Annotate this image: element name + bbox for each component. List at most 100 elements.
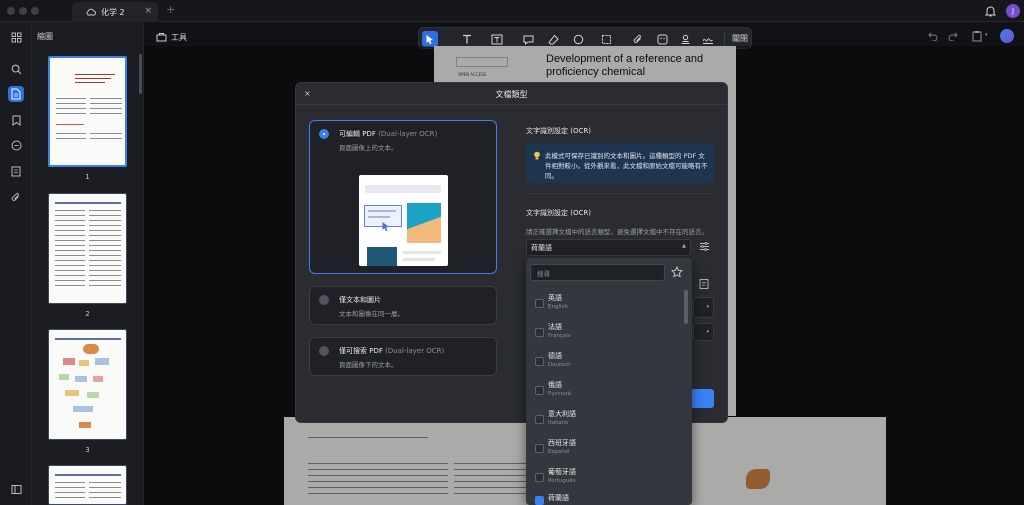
tab-close-icon[interactable]: ×: [144, 6, 152, 16]
language-option-portuguese[interactable]: 葡萄牙語 Português: [535, 465, 680, 494]
right-controls: ▾: [922, 27, 1018, 47]
language-search-input[interactable]: 搜尋: [530, 264, 665, 281]
checkbox[interactable]: [535, 328, 544, 337]
page-number-2: 2: [85, 310, 90, 318]
settings-sliders-icon[interactable]: [699, 241, 710, 252]
signature-tool-icon[interactable]: [700, 31, 716, 47]
bell-icon[interactable]: [985, 5, 996, 17]
option-searchable-pdf[interactable]: 僅可搜索 PDF (Dual-layer OCR) 頁面圖像下的文本。: [309, 337, 497, 376]
language-name: 西班牙語: [548, 439, 576, 447]
ocr-language-title: 文字識別設定 (OCR): [526, 209, 591, 217]
radio-editable-pdf[interactable]: [319, 129, 329, 139]
language-option-dutch[interactable]: 荷蘭語: [535, 492, 680, 505]
clipboard-icon[interactable]: [972, 30, 982, 42]
tools-button[interactable]: 工具: [151, 28, 193, 46]
search-icon[interactable]: [8, 61, 24, 77]
page-number-3: 3: [85, 446, 90, 454]
option-text-and-images[interactable]: 僅文本和圖片 文本和圖像在同一層。: [309, 286, 497, 325]
form-field-icon[interactable]: [8, 163, 24, 179]
thumbnail-panel-title: 縮圖: [37, 32, 53, 41]
language-name: 法語: [548, 323, 562, 331]
radio-searchable-pdf[interactable]: [319, 346, 329, 356]
text-box-tool-icon[interactable]: [489, 31, 505, 47]
ai-assistant-icon[interactable]: [1000, 29, 1014, 43]
comment-icon[interactable]: [8, 137, 24, 153]
page-thumbnail-3[interactable]: [48, 329, 127, 440]
zoom-window-dot[interactable]: [31, 7, 39, 15]
checkbox-checked[interactable]: [535, 496, 544, 505]
language-option-italian[interactable]: 意大利語 Italiano: [535, 407, 680, 436]
dropdown-scrollbar[interactable]: [684, 290, 688, 324]
eraser-tool-icon[interactable]: [545, 31, 561, 47]
option-searchable-pdf-label: 僅可搜索 PDF (Dual-layer OCR): [339, 347, 445, 355]
redo-icon[interactable]: [948, 31, 958, 41]
language-native-name: Français: [548, 333, 571, 339]
language-option-german[interactable]: 德語 Deutsch: [535, 349, 680, 378]
minimize-window-dot[interactable]: [19, 7, 27, 15]
cursor-icon: [381, 221, 391, 232]
language-native-name: Español: [548, 449, 570, 455]
page-thumbnail-2[interactable]: [48, 193, 127, 304]
sticker-tool-icon[interactable]: [654, 31, 670, 47]
avatar[interactable]: J: [1006, 4, 1020, 18]
close-window-dot[interactable]: [7, 7, 15, 15]
ocr-section-title: 文字識別設定 (OCR): [526, 127, 591, 135]
lightbulb-icon: [533, 151, 541, 161]
checkbox[interactable]: [535, 415, 544, 424]
option-text-and-images-label: 僅文本和圖片: [339, 296, 381, 304]
ocr-language-subtitle: 請正確選擇文檔中的語言類型，避免選擇文檔中不存在的語言。: [526, 228, 708, 236]
radio-text-and-images[interactable]: [319, 295, 329, 305]
page-thumbnail-4[interactable]: [48, 465, 127, 505]
language-option-french[interactable]: 法語 Français: [535, 320, 680, 349]
crop-tool-icon[interactable]: [598, 31, 614, 47]
dialog-title: 文檔類型: [495, 90, 528, 99]
info-text: 此模式可保存已識別的文本和圖片。這種類型的 PDF 文件相對較小。從外觀來看，此…: [545, 152, 708, 180]
language-native-name: Italiano: [548, 420, 569, 426]
checkbox[interactable]: [535, 473, 544, 482]
shape-tool-icon[interactable]: [570, 31, 586, 47]
thumbnail-scrollbar[interactable]: [139, 54, 142, 94]
select-tool-icon[interactable]: [422, 31, 438, 47]
undo-icon[interactable]: [928, 31, 938, 41]
language-select[interactable]: 荷蘭語 ▲: [526, 239, 691, 256]
dialog-divider: [296, 104, 727, 105]
option-text-and-images-desc: 文本和圖像在同一層。: [339, 310, 404, 318]
language-option-russian[interactable]: 俄語 Русский: [535, 378, 680, 407]
thumbnails-icon[interactable]: [8, 86, 24, 102]
attachment-icon[interactable]: [8, 189, 24, 205]
language-name: 俄語: [548, 381, 562, 389]
star-icon[interactable]: [671, 266, 683, 278]
comment-tool-icon[interactable]: [520, 31, 536, 47]
language-name: 英語: [548, 294, 562, 302]
checkbox[interactable]: [535, 357, 544, 366]
clipboard-dropdown-icon[interactable]: ▾: [985, 32, 988, 38]
page-range-select[interactable]: ▾: [693, 297, 714, 318]
apply-button[interactable]: [690, 389, 714, 408]
stamp-tool-icon[interactable]: [677, 31, 693, 47]
bookmark-icon[interactable]: [8, 112, 24, 128]
language-option-spanish[interactable]: 西班牙語 Español: [535, 436, 680, 465]
tools-label: 工具: [171, 32, 187, 42]
checkbox[interactable]: [535, 444, 544, 453]
dialog-close-icon[interactable]: ×: [304, 89, 311, 98]
page-number-1: 1: [85, 173, 90, 181]
text-tool-icon[interactable]: [459, 31, 475, 47]
cloud-icon: [86, 8, 96, 16]
language-option-english[interactable]: 英語 English: [535, 291, 680, 320]
tab-label: 化学 2: [101, 7, 125, 17]
grid-view-icon[interactable]: [8, 29, 24, 45]
output-select[interactable]: ▾: [693, 323, 714, 341]
new-tab-button[interactable]: +: [166, 3, 175, 16]
close-toolbar-button[interactable]: 關閉: [732, 33, 748, 44]
checkbox[interactable]: [535, 386, 544, 395]
attach-tool-icon[interactable]: [630, 31, 646, 47]
checkbox[interactable]: [535, 299, 544, 308]
chevron-up-icon: ▲: [682, 243, 686, 249]
option-searchable-pdf-desc: 頁面圖像下的文本。: [339, 361, 398, 369]
page-thumbnail-1[interactable]: [48, 56, 127, 167]
language-name: 意大利語: [548, 410, 576, 418]
sidebar-toggle-icon[interactable]: [8, 481, 24, 497]
page-range-icon[interactable]: [699, 278, 710, 290]
option-editable-pdf-desc: 頁面圖像上的文本。: [339, 144, 398, 152]
tab-document[interactable]: 化学 2 ×: [72, 2, 158, 22]
